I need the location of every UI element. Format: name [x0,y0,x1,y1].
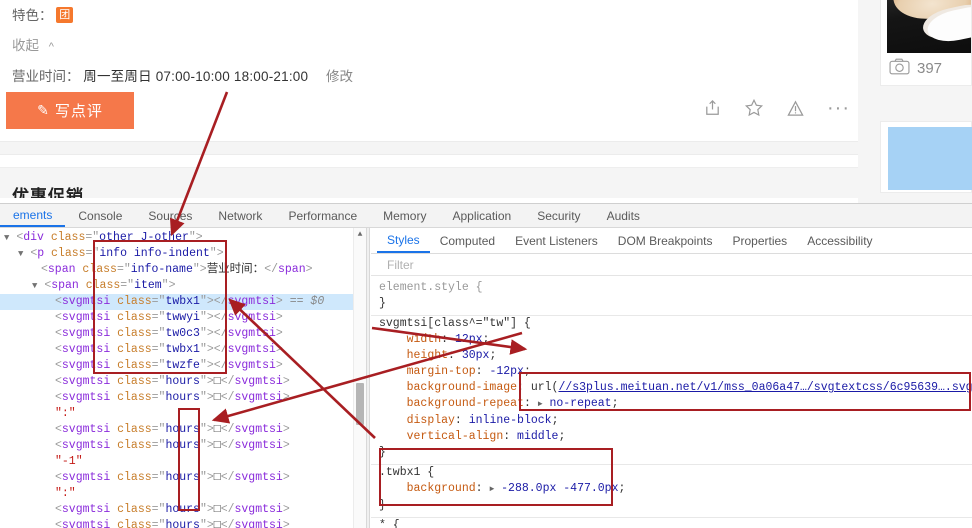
dom-tree-line[interactable]: "-1" [0,454,366,470]
css-declaration[interactable]: background: ► -288.0px -477.0px; [371,481,972,498]
styles-tab-computed[interactable]: Computed [430,228,505,253]
website-page-area: 电话： 0755-87655555 特色： 团 收起 ^ 营业时间： 周一至周日… [0,0,972,203]
css-rule-close: } [379,446,386,459]
css-rule-close: } [379,499,386,512]
css-declaration[interactable]: width: 12px; [371,332,972,348]
dom-expand-caret[interactable]: ▼ [32,281,37,291]
collapse-toggle[interactable]: 收起 ^ [12,34,54,54]
dom-tree-scrollbar[interactable]: ▲ [353,228,366,528]
devtools-tab-security[interactable]: Security [524,204,593,227]
css-declaration[interactable]: background-repeat: ► no-repeat; [371,396,972,413]
styles-pane: Styles Computed Event Listeners DOM Breakpo… [371,228,972,528]
css-declaration[interactable]: background-image: url(//s3plus.meituan.n… [371,380,972,396]
business-hours-row: 营业时间： 周一至周日 07:00-10:00 18:00-21:00 修改 [12,65,353,85]
write-review-button[interactable]: ✎ 写点评 [6,92,134,129]
devtools-split: ▼ <div class="other J-other"> ▼ <p class=… [0,228,972,528]
rail-secondary-card[interactable] [880,121,972,193]
css-declaration[interactable]: vertical-align: middle; [371,429,972,445]
devtools-panel: ements Console Sources Network Performance Me… [0,203,972,528]
styles-filter-input[interactable]: Filter [371,254,972,276]
dom-tree-line[interactable]: <svgmtsi class="twbx1"></svgmtsi> == $0 [0,294,366,310]
dom-tree-line[interactable]: <span class="info-name">营业时间：</span> [0,262,366,278]
devtools-tab-ements[interactable]: ements [0,204,66,227]
photo-card[interactable]: 397 [880,0,972,86]
css-declaration[interactable]: height: 30px; [371,348,972,364]
photo-count-row: 397 [881,53,971,85]
dom-expand-caret[interactable]: ▼ [18,249,23,259]
dom-tree-line[interactable]: <svgmtsi class="twbx1"></svgmtsi> [0,342,366,358]
more-icon[interactable]: ··· [827,98,850,118]
right-rail: 397 [880,0,972,193]
dom-tree-line[interactable]: <svgmtsi class="hours">□</svgmtsi> [0,390,366,406]
dom-tree-line[interactable]: <svgmtsi class="hours">□</svgmtsi> [0,374,366,390]
modify-hours-link[interactable]: 修改 [326,69,353,84]
css-rule-selector[interactable]: svgmtsi[class^="tw"] { [371,316,972,332]
star-icon[interactable] [744,98,764,118]
feature-label: 特色： [12,8,53,23]
scroll-up-arrow-icon[interactable]: ▲ [354,228,366,239]
devtools-tab-memory[interactable]: Memory [370,204,439,227]
dom-tree-line[interactable]: <svgmtsi class="hours">□</svgmtsi> [0,470,366,486]
styles-tab-accessibility[interactable]: Accessibility [797,228,882,253]
dom-tree-line[interactable]: <svgmtsi class="hours">□</svgmtsi> [0,502,366,518]
devtools-tab-application[interactable]: Application [439,204,524,227]
photo-thumbnail[interactable] [887,0,971,53]
devtools-tab-console[interactable]: Console [65,204,135,227]
styles-tab-dom-breakpoints[interactable]: DOM Breakpoints [608,228,723,253]
styles-tab-event-listeners[interactable]: Event Listeners [505,228,608,253]
dom-tree-line[interactable]: <svgmtsi class="twwyi"></svgmtsi> [0,310,366,326]
devtools-tab-sources[interactable]: Sources [135,204,205,227]
dom-tree-line[interactable]: <svgmtsi class="tw0c3"></svgmtsi> [0,326,366,342]
collapse-label: 收起 [12,38,39,53]
css-rule-selector[interactable]: element.style { [371,280,972,296]
devtools-tab-audits[interactable]: Audits [594,204,653,227]
feature-row: 特色： 团 [12,4,74,24]
phone-text: 电话： 0755-87655555 [12,0,151,1]
share-icon[interactable] [703,99,722,118]
styles-tabbar: Styles Computed Event Listeners DOM Breakpo… [371,228,972,254]
devtools-tabbar: ements Console Sources Network Performance Me… [0,204,972,228]
dom-tree-line[interactable]: ▼ <p class="info info-indent"> [0,246,366,262]
photo-count: 397 [917,60,943,77]
css-declaration[interactable]: margin-top: -12px; [371,364,972,380]
feature-tag-badge: 团 [56,7,74,24]
dom-tree-pane[interactable]: ▼ <div class="other J-other"> ▼ <p class=… [0,228,366,528]
devtools-tab-network[interactable]: Network [205,204,275,227]
hours-label: 营业时间： [12,69,80,84]
filter-placeholder: Filter [387,257,414,272]
dom-expand-caret[interactable]: ▼ [4,233,9,243]
styles-tab-styles[interactable]: Styles [377,228,430,253]
dom-tree-line[interactable]: <svgmtsi class="twzfe"></svgmtsi> [0,358,366,374]
pane-resizer[interactable] [366,228,370,528]
css-rule-selector[interactable]: * { [371,518,972,528]
hours-value: 周一至周日 07:00-10:00 18:00-21:00 [83,69,309,84]
css-rule-selector[interactable]: .twbx1 { [371,465,972,481]
section-divider [0,141,858,155]
dom-tree-line[interactable]: <svgmtsi class="hours">□</svgmtsi> [0,422,366,438]
css-declaration[interactable]: display: inline-block; [371,413,972,429]
dom-tree-line[interactable]: ":" [0,486,366,502]
dom-tree-line[interactable]: ▼ <span class="item"> [0,278,366,294]
chevron-up-icon: ^ [48,41,54,53]
css-rule-close: } [379,297,386,310]
devtools-tab-performance[interactable]: Performance [275,204,370,227]
dom-tree-line[interactable]: <svgmtsi class="hours">□</svgmtsi> [0,438,366,454]
report-icon[interactable] [786,99,805,118]
action-icon-group: ··· [703,98,850,118]
dom-tree-line[interactable]: ":" [0,406,366,422]
dom-tree-line[interactable]: <svgmtsi class="hours">□</svgmtsi> [0,518,366,528]
write-review-label: 写点评 [54,103,103,120]
camera-icon [889,58,910,79]
business-info-card: 电话： 0755-87655555 特色： 团 收起 ^ 营业时间： 周一至周日… [0,0,858,168]
rail-blue-placeholder [888,127,972,190]
scrollbar-thumb[interactable] [356,383,364,425]
dom-tree-line[interactable]: ▼ <div class="other J-other"> [0,230,366,246]
pencil-icon: ✎ [37,102,50,118]
styles-tab-properties[interactable]: Properties [722,228,797,253]
phone-row: 电话： 0755-87655555 [12,0,151,2]
